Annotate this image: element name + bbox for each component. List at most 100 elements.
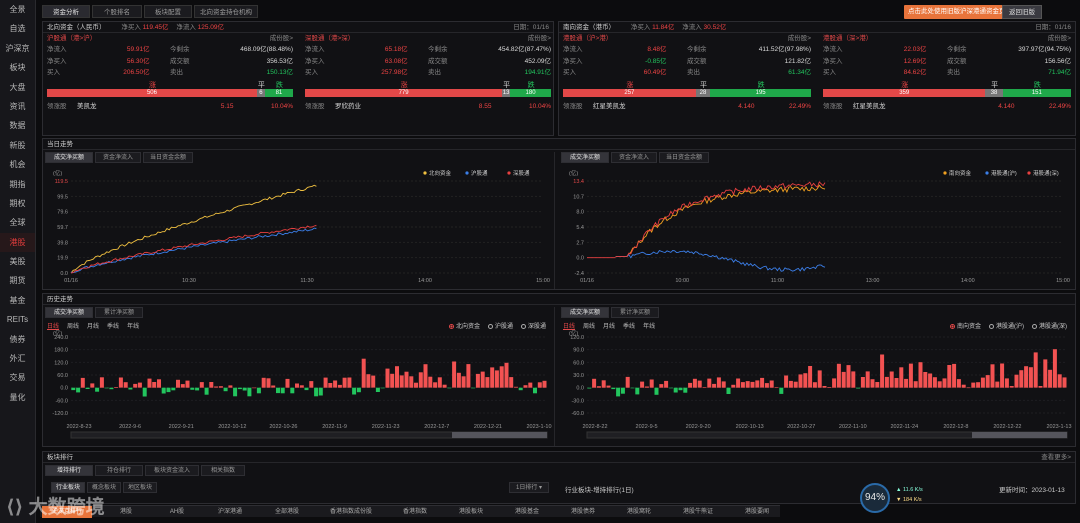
y-tick: 39.8 bbox=[57, 240, 68, 246]
board-right-title: 行业板块-增持排行(1日) bbox=[565, 487, 634, 494]
stat-row: 净买入 63.08亿 成交额 452.09亿 bbox=[301, 56, 555, 68]
bar bbox=[418, 372, 423, 388]
legend-dot bbox=[423, 171, 427, 175]
sidebar: 全景 自选 沪深京 板块 大盘 资讯 数据 新股 机会 期指 期权 全球 港股 美股 期货 基金 REITs 债券… bbox=[0, 0, 36, 523]
sidebar-item[interactable]: 港股 bbox=[0, 232, 35, 253]
bottom-nav-item[interactable]: 沪深港通 bbox=[208, 506, 252, 518]
network-score[interactable]: 94% bbox=[860, 483, 890, 513]
sidebar-item[interactable]: 全景 bbox=[0, 0, 35, 19]
scrollbar-thumb[interactable] bbox=[452, 432, 547, 438]
history-tab-net-buy-right[interactable]: 成交净买额 bbox=[561, 307, 609, 318]
bottom-nav-item[interactable]: 港股债券 bbox=[562, 506, 604, 518]
sidebar-item[interactable]: 期指 bbox=[0, 175, 35, 194]
intraday-tab-net-flow[interactable]: 资金净流入 bbox=[95, 152, 141, 163]
bar bbox=[233, 387, 238, 397]
tab-sector-config[interactable]: 板块配置 bbox=[144, 5, 192, 18]
sidebar-item[interactable]: 大盘 bbox=[0, 78, 35, 97]
sidebar-item[interactable]: 交易 bbox=[0, 368, 35, 387]
sidebar-item[interactable]: 数据 bbox=[0, 116, 35, 135]
bottom-nav-item[interactable]: 港股 bbox=[106, 506, 146, 518]
intraday-tab-net-buy-right[interactable]: 成交净买额 bbox=[561, 152, 609, 163]
bottom-nav-item[interactable]: 香港指数 bbox=[394, 506, 436, 518]
leader-name[interactable]: 红星美凯龙 bbox=[853, 101, 886, 113]
bottom-nav-item[interactable]: 港股牛熊证 bbox=[674, 506, 722, 518]
bar bbox=[625, 376, 630, 388]
sidebar-item[interactable]: 美股 bbox=[0, 252, 35, 271]
bar bbox=[817, 370, 822, 388]
board-tab-inflow[interactable]: 板块资金流入 bbox=[145, 465, 199, 476]
old-version-promo[interactable]: 点击此处使用旧版沪深港通资金页 × bbox=[904, 5, 1016, 19]
main-area: 资金分析 个股排名 板块配置 北向资金持仓机构 点击此处使用旧版沪深港通资金页 … bbox=[40, 0, 1080, 523]
bar bbox=[1048, 369, 1053, 388]
constituents-link[interactable]: 成份股> bbox=[270, 34, 293, 44]
tab-fund-analysis[interactable]: 资金分析 bbox=[42, 5, 90, 18]
watermark-text: 大数跨境 bbox=[28, 497, 105, 518]
leader-name[interactable]: 罗欣药业 bbox=[335, 101, 361, 113]
sidebar-item[interactable]: 沪深京 bbox=[0, 39, 35, 58]
sidebar-item[interactable]: 期货 bbox=[0, 271, 35, 290]
bottom-nav-item[interactable]: 香港指数成份股 bbox=[322, 506, 380, 518]
bottom-nav-item[interactable]: AH股 bbox=[160, 506, 194, 518]
tab-north-holding[interactable]: 北向资金持仓机构 bbox=[194, 5, 258, 18]
board-tab-index[interactable]: 相关指数 bbox=[201, 465, 245, 476]
bottom-nav-item[interactable]: 港股基金 bbox=[506, 506, 548, 518]
bottom-nav-item[interactable]: 港股板块 bbox=[450, 506, 492, 518]
intraday-tab-balance[interactable]: 当日资金余额 bbox=[143, 152, 193, 163]
board-more-link[interactable]: 查看更多> bbox=[1041, 452, 1071, 463]
board-tab-increase[interactable]: 增持排行 bbox=[45, 465, 93, 476]
leader-row[interactable]: 领涨股 罗欣药业 8.55 10.04% bbox=[301, 101, 555, 113]
bar bbox=[209, 382, 214, 388]
bottom-nav-item[interactable]: 全部港股 bbox=[266, 506, 308, 518]
tab-stock-rank[interactable]: 个股排名 bbox=[92, 5, 142, 18]
up-count: 257 bbox=[563, 88, 696, 97]
leader-row[interactable]: 领涨股 红星美凯龙 4.140 22.49% bbox=[559, 101, 815, 113]
legend-dot bbox=[985, 171, 989, 175]
sidebar-item[interactable]: 量化 bbox=[0, 388, 35, 407]
bar bbox=[509, 377, 514, 388]
bottom-nav-item[interactable]: 港股窝轮 bbox=[618, 506, 660, 518]
intraday-tab-net-flow-right[interactable]: 资金净流入 bbox=[611, 152, 657, 163]
board-tab-holding[interactable]: 持仓排行 bbox=[95, 465, 143, 476]
history-tab-cumulative[interactable]: 累计净买额 bbox=[95, 307, 143, 318]
scrollbar-thumb[interactable] bbox=[972, 432, 1067, 438]
bar bbox=[123, 382, 128, 388]
back-old-version-button[interactable]: 返回旧版 bbox=[1002, 5, 1042, 19]
sidebar-item[interactable]: 板块 bbox=[0, 58, 35, 77]
up-count: 359 bbox=[823, 88, 986, 97]
history-tab-net-buy[interactable]: 成交净买额 bbox=[45, 307, 93, 318]
sidebar-item[interactable]: 机会 bbox=[0, 155, 35, 174]
history-title: 历史走势 bbox=[47, 296, 73, 303]
constituents-link[interactable]: 成份股> bbox=[528, 34, 551, 44]
sidebar-item[interactable]: 基金 bbox=[0, 291, 35, 310]
sidebar-item[interactable]: 期权 bbox=[0, 194, 35, 213]
intraday-tab-balance-right[interactable]: 当日资金余额 bbox=[659, 152, 709, 163]
x-tick: 14:00 bbox=[961, 278, 975, 284]
y-tick: 0.0 bbox=[576, 256, 584, 262]
connect-name-text: 沪股通（港>沪） bbox=[47, 35, 97, 42]
board-sub-region[interactable]: 地区板块 bbox=[123, 482, 157, 493]
leader-name[interactable]: 美凯龙 bbox=[77, 101, 97, 113]
bar bbox=[466, 364, 471, 388]
leader-row[interactable]: 领涨股 美凯龙 5.15 10.04% bbox=[43, 101, 297, 113]
sidebar-item[interactable]: 新股 bbox=[0, 136, 35, 155]
sidebar-item[interactable]: 债券 bbox=[0, 330, 35, 349]
history-tab-cumulative-right[interactable]: 累计净买额 bbox=[611, 307, 659, 318]
bar bbox=[323, 377, 328, 388]
sidebar-item[interactable]: 自选 bbox=[0, 19, 35, 38]
leader-row[interactable]: 领涨股 红星美凯龙 4.140 22.49% bbox=[819, 101, 1075, 113]
bar bbox=[171, 387, 176, 391]
legend-label: 南向资金 bbox=[949, 169, 972, 177]
constituents-link[interactable]: 成份股> bbox=[1048, 34, 1071, 44]
intraday-tab-net-buy[interactable]: 成交净买额 bbox=[45, 152, 93, 163]
bottom-nav-item[interactable]: 港股要闻 bbox=[736, 506, 778, 518]
sidebar-item[interactable]: REITs bbox=[0, 310, 35, 329]
constituents-link[interactable]: 成份股> bbox=[788, 34, 811, 44]
bar bbox=[318, 387, 323, 396]
board-rank-select[interactable]: 1日排行 ▾ bbox=[509, 482, 549, 493]
bar bbox=[109, 387, 114, 390]
sidebar-item[interactable]: 外汇 bbox=[0, 349, 35, 368]
bar bbox=[1057, 374, 1062, 388]
sidebar-item[interactable]: 资讯 bbox=[0, 97, 35, 116]
leader-name[interactable]: 红星美凯龙 bbox=[593, 101, 626, 113]
sidebar-item[interactable]: 全球 bbox=[0, 213, 35, 232]
